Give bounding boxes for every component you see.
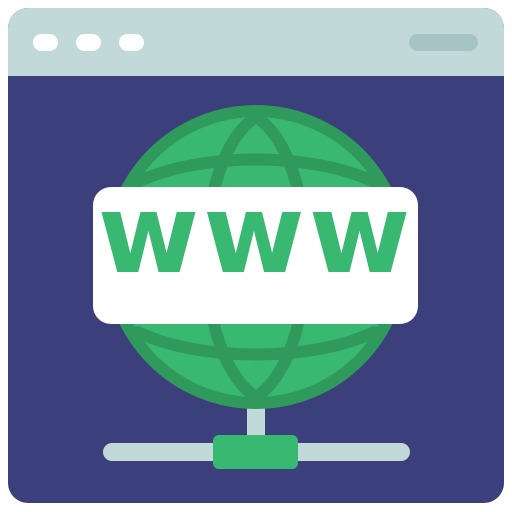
www-banner-text: www	[98, 170, 415, 298]
window-dot-maximize	[119, 34, 144, 51]
window-dot-minimize	[76, 34, 101, 51]
www-network-illustration: www	[0, 0, 512, 512]
titlebar-address-pill	[409, 34, 478, 51]
window-dot-close	[33, 34, 58, 51]
browser-window-icon: www	[8, 8, 504, 503]
connector-node	[213, 435, 298, 469]
